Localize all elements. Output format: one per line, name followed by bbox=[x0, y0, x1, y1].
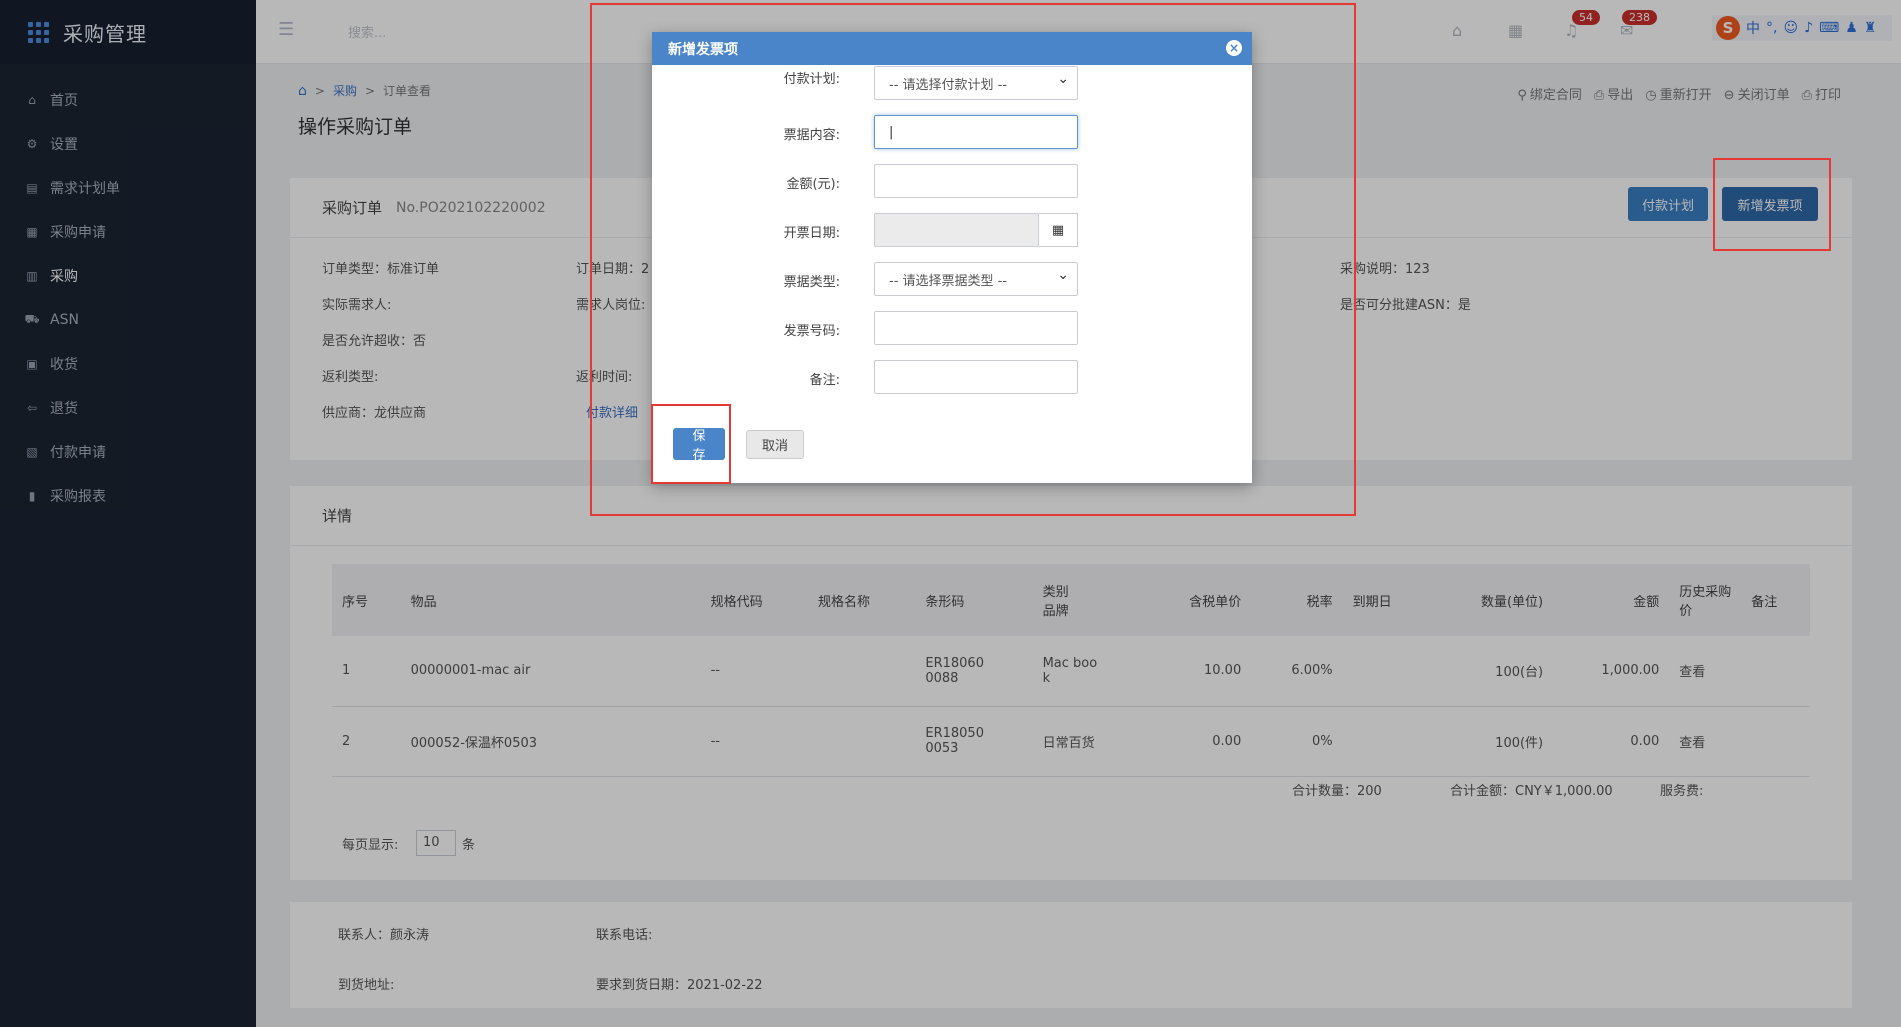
amount-input[interactable] bbox=[874, 164, 1078, 198]
text-cursor: | bbox=[889, 124, 894, 140]
close-icon[interactable]: × bbox=[1226, 40, 1242, 56]
remark-label: 备注: bbox=[809, 373, 840, 388]
invoice-type-row: 票据类型: -- 请选择票据类型 -- bbox=[652, 262, 1252, 296]
payment-plan-row: 付款计划: -- 请选择付款计划 -- bbox=[652, 66, 1252, 100]
invoice-number-label: 发票号码: bbox=[783, 324, 840, 339]
invoice-number-input[interactable] bbox=[874, 311, 1078, 345]
modal-title: 新增发票项 bbox=[668, 41, 738, 58]
payment-plan-label: 付款计划: bbox=[783, 72, 840, 87]
remark-input[interactable] bbox=[874, 360, 1078, 394]
amount-row: 金额(元): bbox=[652, 164, 1252, 198]
invoice-date-input[interactable] bbox=[874, 213, 1039, 247]
calendar-icon[interactable]: ▦ bbox=[1039, 213, 1078, 247]
invoice-date-label: 开票日期: bbox=[783, 226, 840, 241]
content-row: 票据内容: | bbox=[652, 115, 1252, 149]
amount-label: 金额(元): bbox=[786, 177, 840, 192]
invoice-type-select[interactable]: -- 请选择票据类型 -- bbox=[874, 262, 1078, 296]
content-input[interactable]: | bbox=[874, 115, 1078, 149]
invoice-number-row: 发票号码: bbox=[652, 311, 1252, 345]
add-invoice-modal: 新增发票项 × 付款计划: -- 请选择付款计划 -- 票据内容: | 金额(元… bbox=[652, 32, 1252, 483]
invoice-date-row: 开票日期: ▦ bbox=[652, 213, 1252, 247]
modal-header: 新增发票项 × bbox=[652, 32, 1252, 65]
payment-plan-select[interactable]: -- 请选择付款计划 -- bbox=[874, 66, 1078, 100]
save-button[interactable]: 保存 bbox=[673, 428, 725, 463]
invoice-type-label: 票据类型: bbox=[783, 275, 840, 290]
cancel-button[interactable]: 取消 bbox=[746, 430, 804, 459]
content-label: 票据内容: bbox=[783, 128, 840, 143]
remark-row: 备注: bbox=[652, 360, 1252, 394]
